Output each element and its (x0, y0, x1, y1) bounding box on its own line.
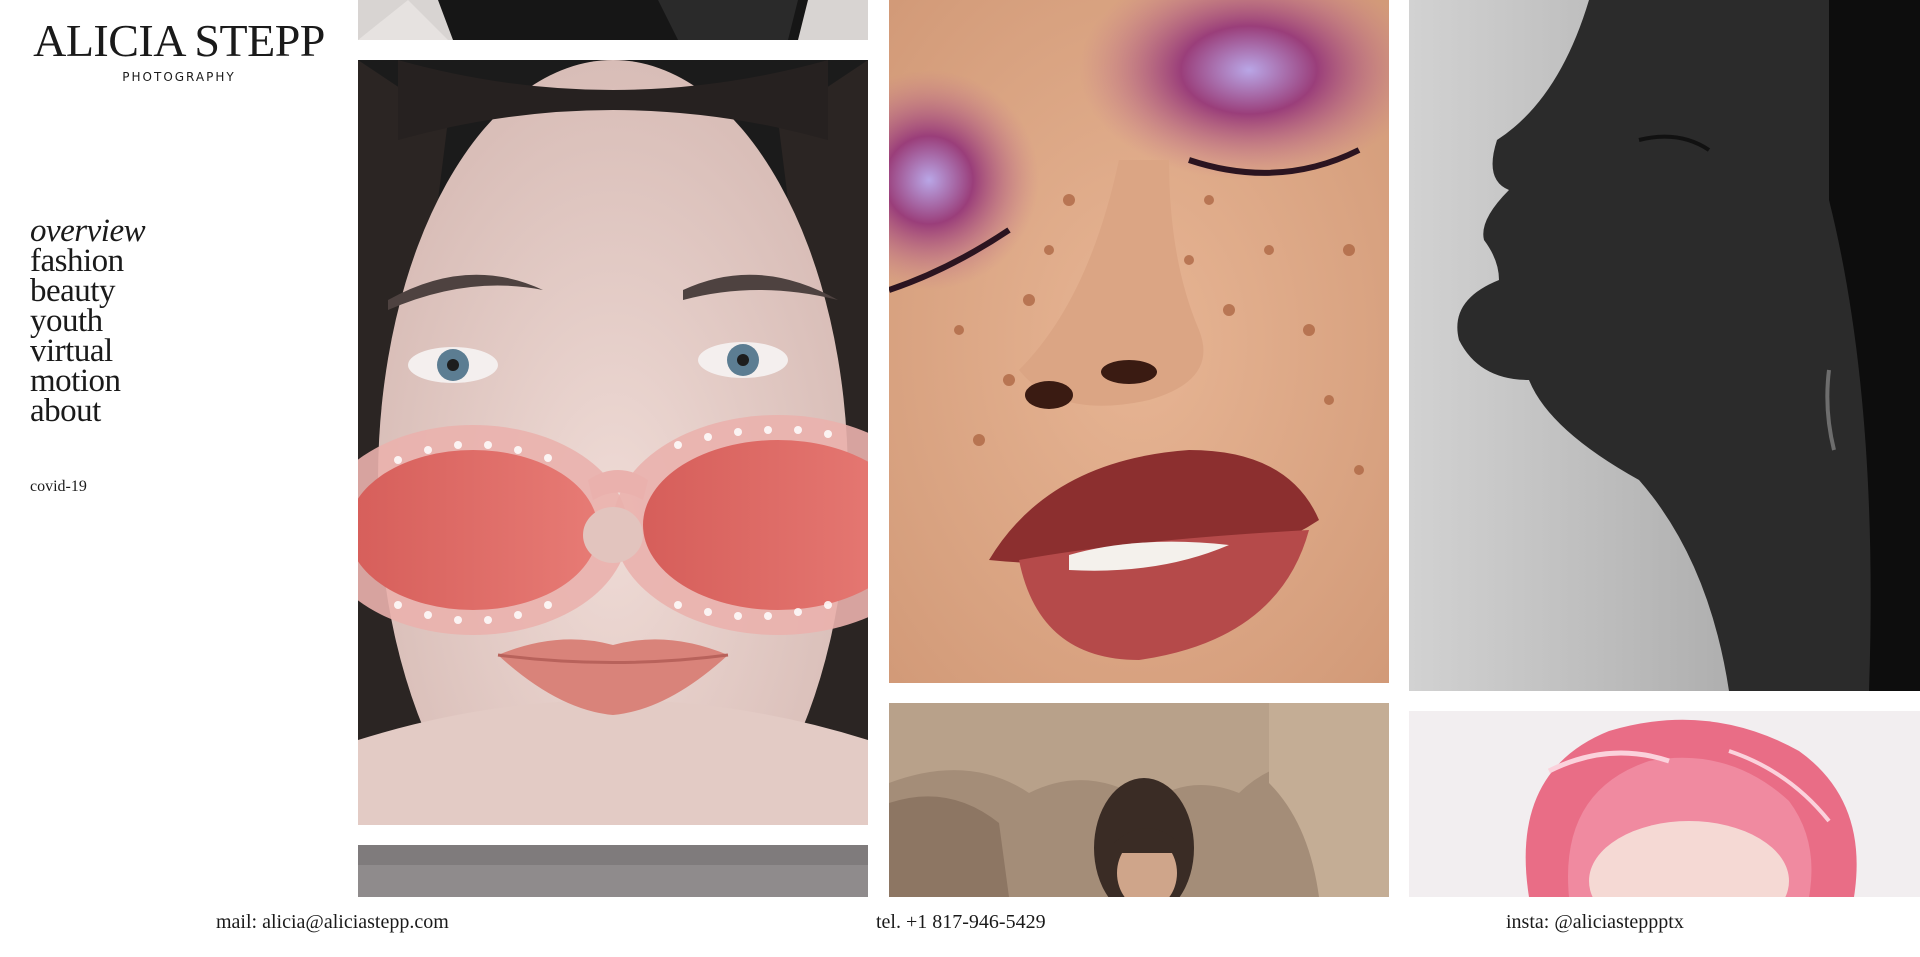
photo-gallery (358, 0, 1920, 897)
photo-pink-plastic-hood[interactable] (1409, 711, 1920, 897)
nav-item-covid[interactable]: covid-19 (30, 478, 87, 496)
photo-glitter-eyeshadow-freckles[interactable] (889, 0, 1389, 683)
photo-pink-sunglasses[interactable] (358, 60, 868, 825)
nav-item-beauty[interactable]: beauty (30, 275, 145, 308)
photo-grey-partial[interactable] (358, 845, 868, 897)
photo-rock-portrait[interactable] (889, 703, 1389, 897)
sidebar: ALICIA STEPP PHOTOGRAPHY overview fashio… (0, 0, 358, 897)
nav-item-fashion[interactable]: fashion (30, 245, 145, 278)
site-logo[interactable]: ALICIA STEPP PHOTOGRAPHY (30, 14, 328, 84)
contact-footer: mail: alicia@aliciastepp.com tel. +1 817… (0, 897, 1920, 957)
footer-mail-link[interactable]: mail: alicia@aliciastepp.com (216, 911, 449, 934)
photo-black-top[interactable] (358, 0, 868, 40)
logo-tagline: PHOTOGRAPHY (122, 70, 236, 84)
nav-item-virtual[interactable]: virtual (30, 335, 145, 368)
logo-name: ALICIA STEPP (33, 15, 325, 66)
footer-instagram-link[interactable]: insta: @aliciasteppptx (1506, 911, 1684, 934)
nav-item-motion[interactable]: motion (30, 365, 145, 398)
nav-item-overview[interactable]: overview (30, 215, 146, 248)
footer-phone-link[interactable]: tel. +1 817-946-5429 (876, 911, 1046, 934)
photo-bw-profile[interactable] (1409, 0, 1920, 691)
main-nav: overview fashion beauty youth virtual mo… (30, 215, 146, 428)
nav-item-about[interactable]: about (30, 395, 145, 428)
nav-item-youth[interactable]: youth (30, 305, 145, 338)
